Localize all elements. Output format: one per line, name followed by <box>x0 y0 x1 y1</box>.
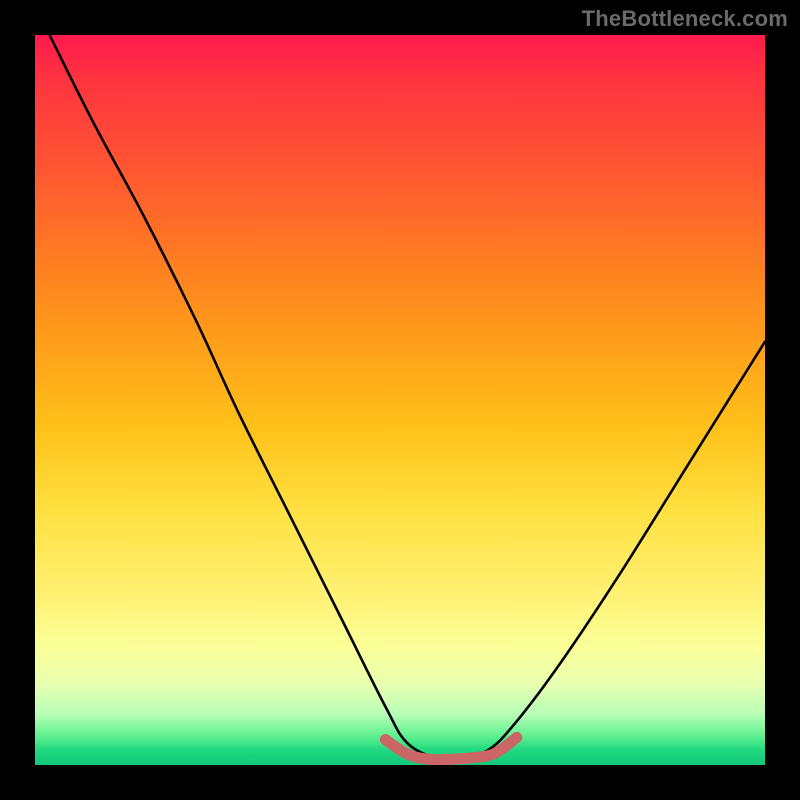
plot-area <box>35 35 765 765</box>
watermark-label: TheBottleneck.com <box>582 6 788 32</box>
bottleneck-curve-path <box>50 35 765 759</box>
chart-frame: TheBottleneck.com <box>0 0 800 800</box>
curve-svg <box>35 35 765 765</box>
